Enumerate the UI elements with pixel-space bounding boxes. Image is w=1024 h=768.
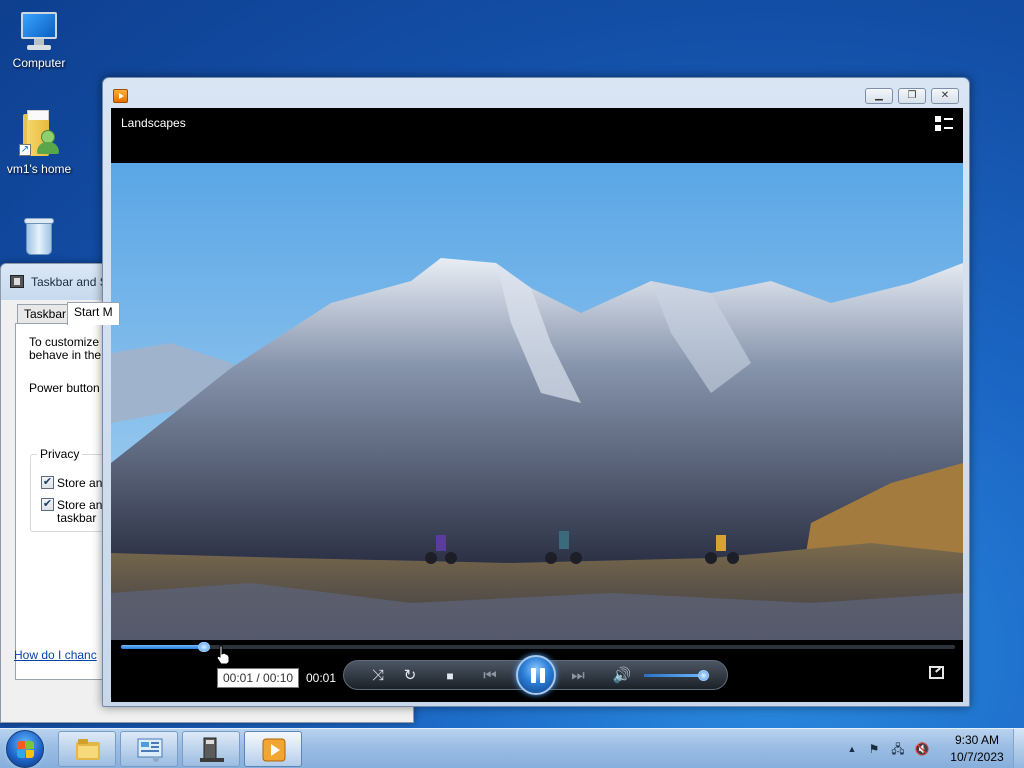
- next-icon[interactable]: ⏭: [566, 664, 590, 688]
- pause-button[interactable]: [516, 655, 556, 695]
- media-player-icon: [113, 89, 128, 103]
- media-player-icon: [262, 738, 286, 762]
- privacy-legend: Privacy: [37, 447, 83, 461]
- close-button[interactable]: ✕: [931, 88, 959, 104]
- seek-thumb[interactable]: [198, 642, 210, 652]
- clock-date[interactable]: 10/7/2023: [942, 750, 1012, 764]
- stop-icon[interactable]: ■: [438, 664, 462, 688]
- privacy-checkbox-2[interactable]: ✔: [41, 498, 54, 511]
- hand-cursor-icon: [216, 645, 230, 665]
- pause-icon: [540, 668, 545, 683]
- shuffle-icon[interactable]: ⤨: [366, 664, 390, 688]
- tab-start-menu[interactable]: Start M: [67, 302, 120, 325]
- tab-taskbar[interactable]: Taskbar: [17, 304, 74, 324]
- minimize-button[interactable]: ▁: [865, 88, 893, 104]
- start-button[interactable]: [6, 730, 44, 768]
- taskbar-windows-explorer[interactable]: [58, 731, 116, 767]
- volume-thumb[interactable]: [698, 670, 709, 681]
- switch-to-fullscreen-icon[interactable]: [929, 666, 944, 679]
- system-tray: ▲ ⚑ 🖧 🔇 9:30 AM 10/7/2023: [840, 729, 1024, 768]
- mountain-landscape-video: [111, 163, 963, 640]
- volume-muted-icon[interactable]: 🔇: [914, 741, 930, 757]
- recycle-bin-icon: [19, 214, 59, 260]
- taskbar-properties[interactable]: [182, 731, 240, 767]
- transport-bar: ⤨ ↻ ■ ⏮ ⏭ 🔊: [343, 655, 728, 695]
- folder-icon: [76, 739, 100, 760]
- action-center-icon[interactable]: ⚑: [866, 741, 882, 757]
- props-title: Taskbar and S: [31, 275, 108, 289]
- repeat-icon[interactable]: ↻: [398, 664, 422, 688]
- media-player-window[interactable]: ▁ ❐ ✕ Landscapes 00:01 / 00:10 00:01 ⤨ ↻…: [102, 77, 970, 707]
- volume-level: [644, 674, 703, 677]
- media-title: Landscapes: [121, 116, 186, 130]
- previous-icon[interactable]: ⏮: [478, 664, 502, 688]
- props-text-line: Power button a: [29, 381, 110, 395]
- desktop-icon-home-folder[interactable]: ↗ vm1's home: [0, 110, 78, 176]
- desktop-icon-label: Computer: [12, 56, 66, 70]
- now-playing-header: Landscapes: [111, 108, 963, 163]
- taskbar: ▲ ⚑ 🖧 🔇 9:30 AM 10/7/2023: [0, 728, 1024, 768]
- show-hidden-icons[interactable]: ▲: [844, 741, 860, 757]
- desktop-icon-computer[interactable]: Computer: [0, 10, 78, 70]
- seek-progress: [121, 645, 204, 649]
- seek-bar[interactable]: [121, 642, 955, 652]
- computer-icon: [17, 10, 61, 54]
- props-text-line: behave in the S: [29, 348, 113, 362]
- checkbox-label-line2: taskbar: [57, 511, 97, 525]
- help-link[interactable]: How do I chanc: [14, 648, 97, 662]
- volume-slider[interactable]: [644, 670, 710, 681]
- switch-to-library-icon[interactable]: [935, 116, 953, 132]
- desktop-icon-label: vm1's home: [6, 162, 72, 176]
- taskbar-windows-media-player[interactable]: [244, 731, 302, 767]
- show-desktop-button[interactable]: [1013, 729, 1024, 768]
- taskbar-properties-icon: [200, 737, 224, 762]
- desktop-icon-recycle-bin[interactable]: [0, 214, 78, 260]
- video-area[interactable]: [111, 163, 963, 640]
- time-tooltip: 00:01 / 00:10: [217, 668, 300, 688]
- control-panel-icon: [137, 738, 163, 762]
- clock-time[interactable]: 9:30 AM: [942, 733, 1012, 747]
- elapsed-time: 00:01: [306, 671, 337, 685]
- taskbar-properties-icon: [10, 275, 24, 288]
- privacy-checkbox-1[interactable]: ✔: [41, 476, 54, 489]
- playback-controls: 00:01 / 00:10 00:01 ⤨ ↻ ■ ⏮ ⏭ 🔊: [111, 640, 963, 702]
- volume-icon[interactable]: 🔊: [610, 664, 634, 688]
- network-icon[interactable]: 🖧: [890, 741, 906, 757]
- restore-button[interactable]: ❐: [898, 88, 926, 104]
- pause-icon: [531, 668, 536, 683]
- taskbar-control-panel[interactable]: [120, 731, 178, 767]
- user-folder-icon: ↗: [17, 110, 61, 160]
